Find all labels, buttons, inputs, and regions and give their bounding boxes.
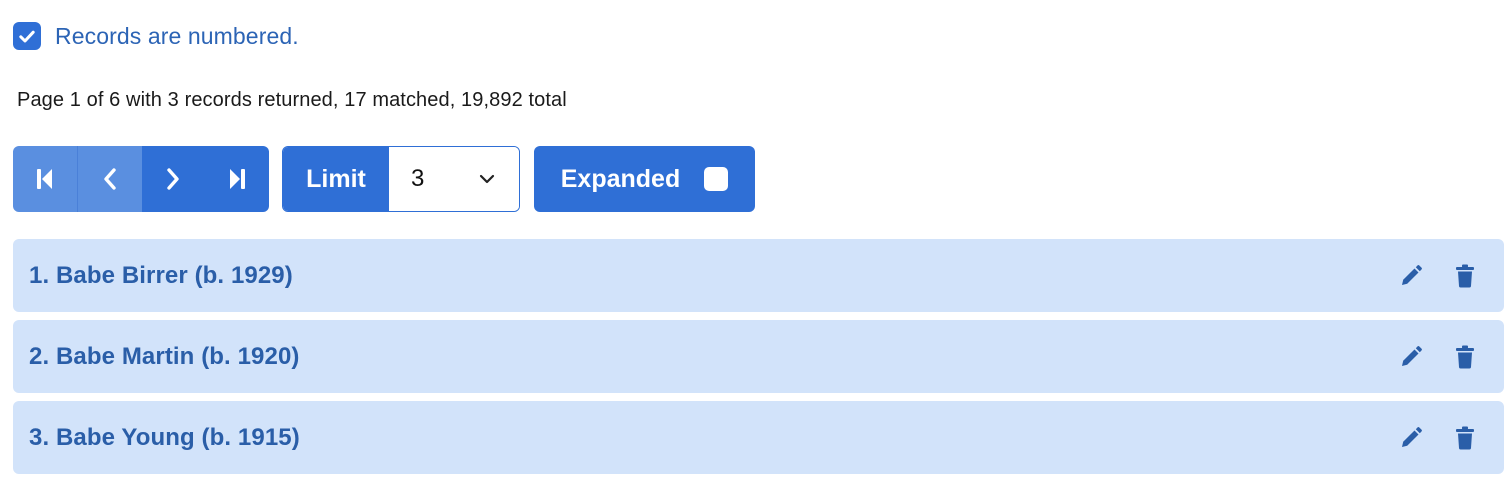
results-summary: Page 1 of 6 with 3 records returned, 17 … [17,89,567,111]
next-page-icon [167,168,180,190]
first-page-icon [36,169,52,189]
chevron-down-icon [479,174,495,184]
limit-value: 3 [411,165,425,192]
pencil-icon [1402,264,1422,285]
trash-icon [1456,426,1474,449]
record-item[interactable]: 2. Babe Martin (b. 1920) [13,320,1504,393]
edit-button[interactable] [1398,425,1424,451]
record-title[interactable]: 2. Babe Martin (b. 1920) [29,343,299,371]
edit-button[interactable] [1398,263,1424,289]
numbered-checkbox[interactable] [13,22,41,50]
pencil-icon [1402,426,1422,447]
last-page-icon [230,169,246,189]
expanded-checkbox[interactable] [704,167,729,191]
first-page-button[interactable] [13,146,78,212]
expanded-toggle[interactable]: Expanded [534,146,755,212]
last-page-button[interactable] [205,146,269,212]
delete-button[interactable] [1452,263,1478,289]
record-item[interactable]: 1. Babe Birrer (b. 1929) [13,239,1504,312]
record-actions [1398,425,1478,451]
record-title[interactable]: 3. Babe Young (b. 1915) [29,424,300,452]
toolbar: Limit 3 Expanded [13,146,755,212]
record-item[interactable]: 3. Babe Young (b. 1915) [13,401,1504,474]
previous-page-button[interactable] [77,146,142,212]
record-list: 1. Babe Birrer (b. 1929) 2. Babe Martin … [13,239,1504,482]
limit-control: Limit 3 [282,146,520,212]
trash-icon [1456,345,1474,368]
record-actions [1398,344,1478,370]
record-title[interactable]: 1. Babe Birrer (b. 1929) [29,262,293,290]
limit-select[interactable]: 3 [389,147,519,211]
trash-icon [1456,264,1474,287]
delete-button[interactable] [1452,344,1478,370]
numbered-option[interactable]: Records are numbered. [13,22,299,50]
limit-label: Limit [283,147,389,211]
pagination [13,146,269,212]
checkmark-icon [19,30,35,42]
page: Records are numbered. Page 1 of 6 with 3… [0,0,1510,484]
next-page-button[interactable] [141,146,206,212]
previous-page-icon [103,168,116,190]
numbered-label[interactable]: Records are numbered. [55,23,299,50]
edit-button[interactable] [1398,344,1424,370]
pencil-icon [1402,345,1422,366]
record-actions [1398,263,1478,289]
delete-button[interactable] [1452,425,1478,451]
expanded-label: Expanded [560,164,681,193]
